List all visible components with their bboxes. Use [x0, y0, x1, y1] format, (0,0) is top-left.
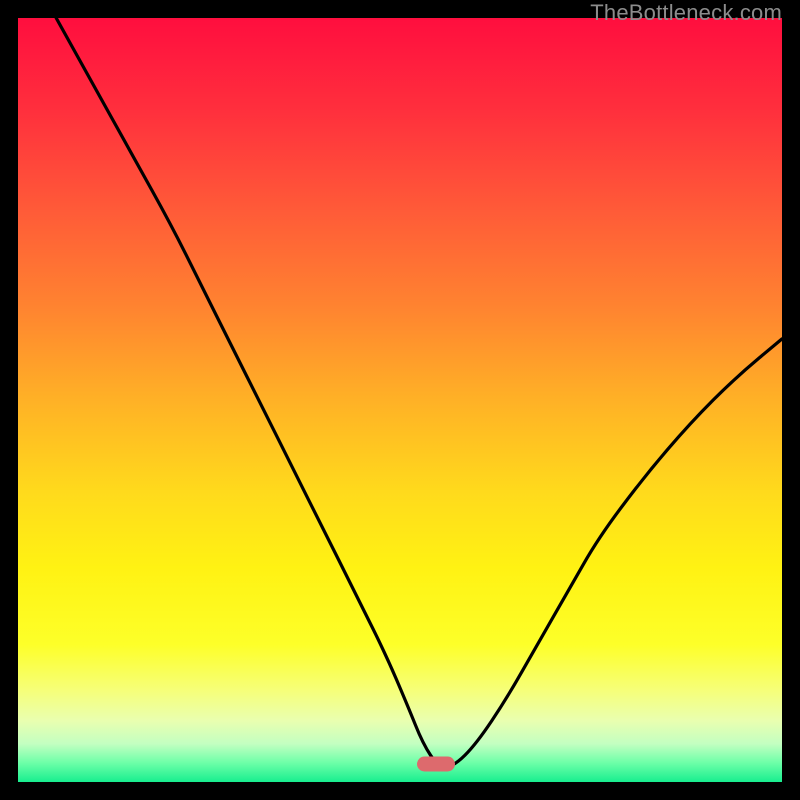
bottleneck-curve	[18, 18, 782, 782]
plot-area	[18, 18, 782, 782]
watermark-text: TheBottleneck.com	[590, 0, 782, 26]
optimum-marker	[417, 756, 455, 771]
chart-container: TheBottleneck.com	[0, 0, 800, 800]
